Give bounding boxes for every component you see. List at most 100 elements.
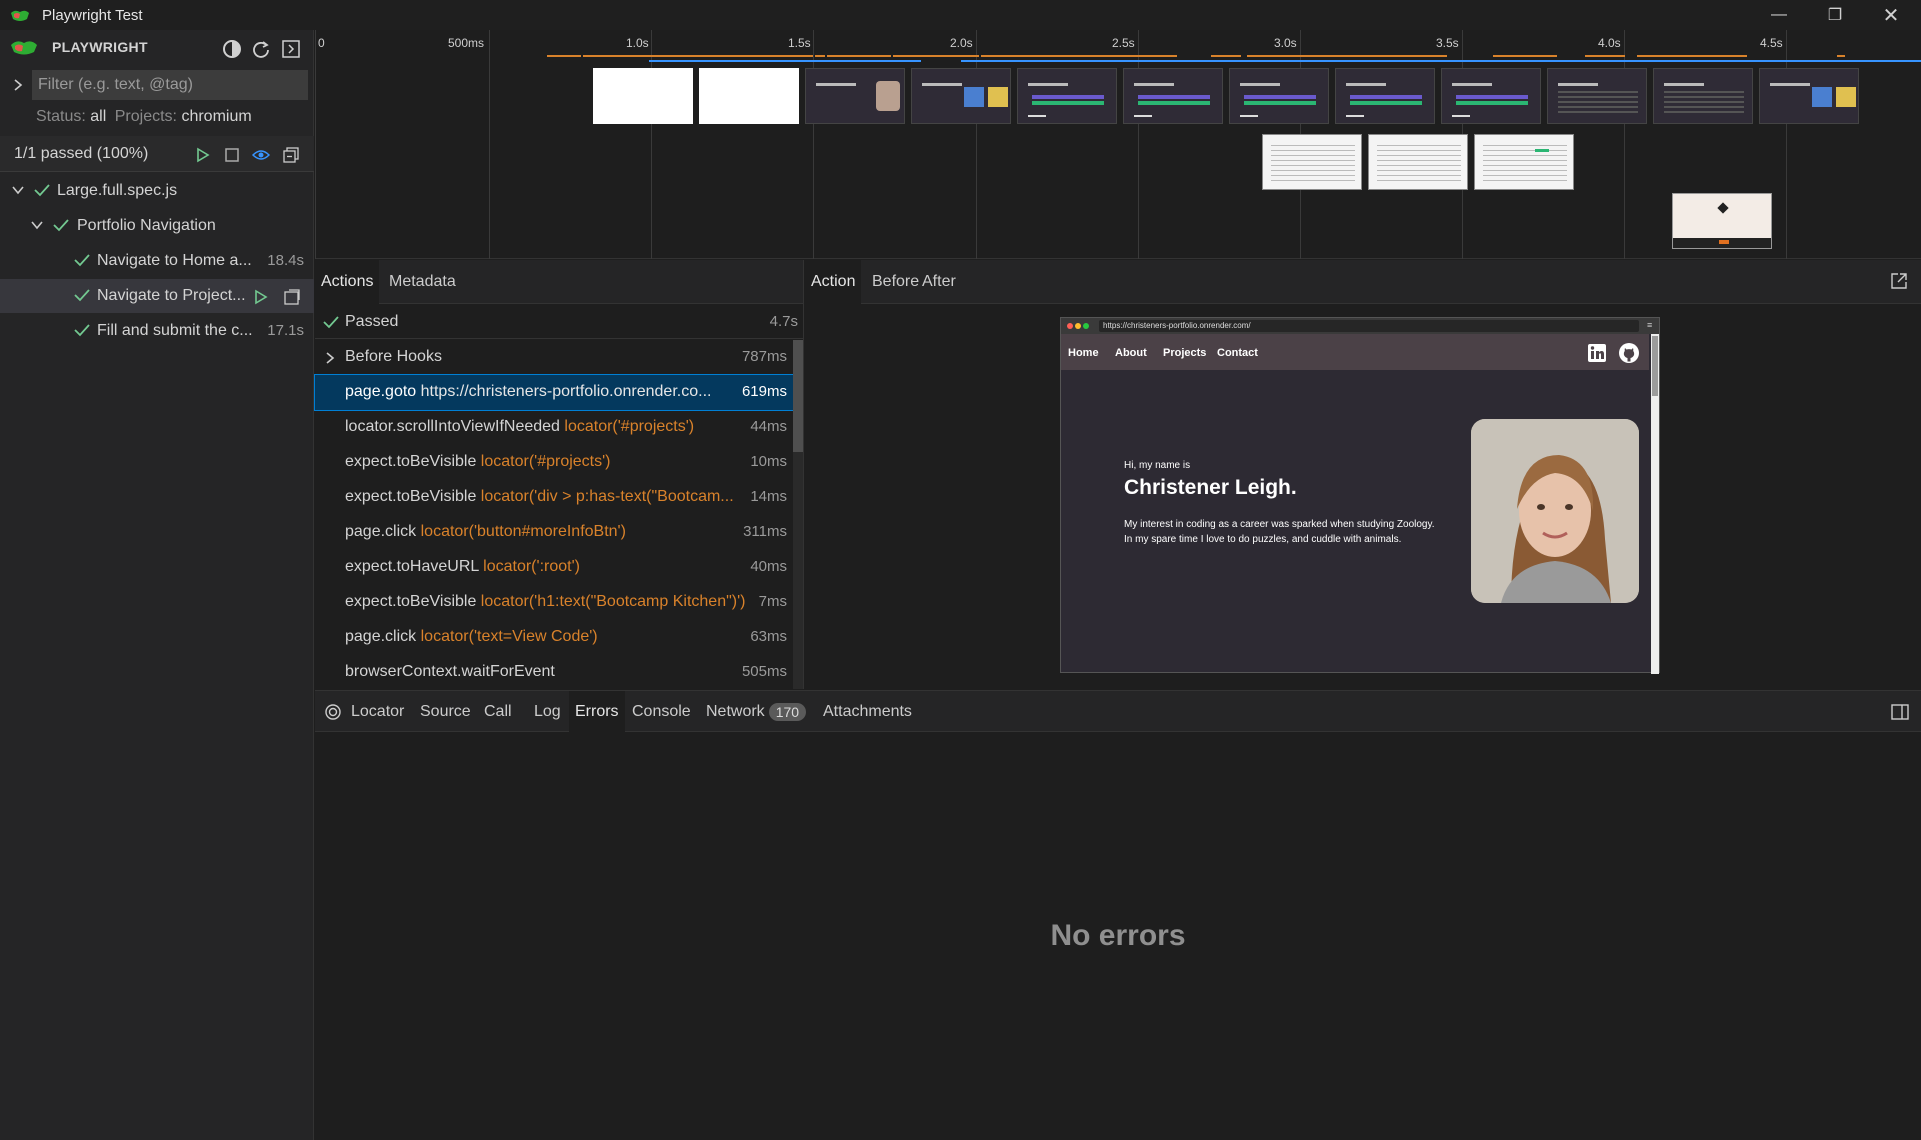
tick-line [489,30,490,259]
tick-label: 2.0s [950,36,973,50]
tab-after[interactable]: After [916,260,962,304]
screenshot-thumbnail[interactable] [699,68,799,124]
action-bar [1247,55,1447,57]
tab-log[interactable]: Log [528,691,567,733]
action-row[interactable]: expect.toHaveURL locator(':root') 40ms [315,550,793,585]
action-duration: 505ms [737,663,787,680]
screenshot-thumbnail[interactable] [1474,134,1574,190]
screenshot-thumbnail[interactable] [1547,68,1647,124]
stop-icon[interactable] [224,147,240,163]
tab-errors[interactable]: Errors [569,691,625,733]
pass-check-icon [74,324,90,337]
window-title: Playwright Test [42,6,143,24]
snapshot-browser-frame[interactable]: https://christeners-portfolio.onrender.c… [1060,317,1660,674]
screenshot-thumbnail[interactable] [1335,68,1435,124]
errors-panel: No errors [315,733,1921,1140]
pass-check-icon [53,219,69,232]
screenshot-thumbnail[interactable] [1759,68,1859,124]
tree-suite-item[interactable]: Portfolio Navigation [0,209,314,243]
screenshot-thumbnail[interactable] [805,68,905,124]
test-label: Navigate to Home a... [97,252,252,269]
screenshot-thumbnail[interactable] [1653,68,1753,124]
tick-label: 500ms [448,36,485,50]
tree-test-item-selected[interactable]: Navigate to Project... [0,279,314,313]
actions-scrollbar-thumb[interactable] [793,340,803,452]
linkedin-icon [1588,344,1606,362]
action-duration: 787ms [741,348,787,365]
tab-locator[interactable]: Locator [345,691,410,733]
tree-test-item[interactable]: Navigate to Home a... 18.4s [0,244,314,278]
tab-call[interactable]: Call [478,691,518,733]
reload-icon[interactable] [251,39,271,59]
action-row[interactable]: expect.toBeVisible locator('#projects') … [315,445,793,480]
screenshot-thumbnail[interactable] [1123,68,1223,124]
tick-label: 3.0s [1274,36,1297,50]
tick-line [1138,30,1139,259]
chevron-right-icon[interactable] [12,78,24,92]
action-name: page.click [345,523,417,540]
action-bar [893,55,979,57]
pass-check-icon [74,254,90,267]
watch-eye-icon[interactable] [252,147,270,163]
brand-name: PLAYWRIGHT [52,39,148,55]
action-row[interactable]: page.click locator('button#moreInfoBtn')… [315,515,793,550]
snapshot-panel: Action Before After https://christeners-… [805,260,1921,689]
toggle-output-icon[interactable] [281,39,301,59]
screenshot-thumbnail[interactable] [1672,193,1772,249]
open-in-new-window-icon[interactable] [1890,272,1908,290]
tab-network[interactable]: Network 170 [700,691,812,733]
network-count-badge: 170 [768,703,807,721]
playwright-logo-icon [11,41,37,55]
collapse-all-icon[interactable] [283,147,299,163]
timeline[interactable]: 0 500ms 1.0s 1.5s 2.0s 2.5s 3.0s 3.5s 4.… [315,30,1921,259]
github-icon [1619,343,1639,363]
chevron-down-icon [31,221,43,230]
screenshot-thumbnail[interactable] [593,68,693,124]
filter-input[interactable] [32,70,308,100]
close-window-button[interactable]: ✕ [1863,0,1919,30]
tab-attachments[interactable]: Attachments [817,691,918,733]
tick-line [1624,30,1625,259]
run-test-icon[interactable] [254,289,268,305]
tab-actions[interactable]: Actions [315,260,380,304]
tree-file-label: Large.full.spec.js [57,182,178,199]
screenshot-thumbnail[interactable] [1262,134,1362,190]
action-row[interactable]: page.goto https://christeners-portfolio.… [314,374,794,411]
tab-network-label: Network [706,703,765,720]
tab-console[interactable]: Console [626,691,697,733]
action-duration: 619ms [737,383,787,400]
pass-check-icon [34,184,50,197]
status-filter-summary[interactable]: Status: all Projects: chromium [36,108,252,126]
status-value: all [90,108,107,125]
pass-check-icon [323,316,339,329]
action-row[interactable]: locator.scrollIntoViewIfNeeded locator('… [315,410,793,445]
test-duration: 17.1s [267,322,304,339]
screenshot-thumbnail[interactable] [1229,68,1329,124]
minimize-button[interactable]: — [1751,0,1807,30]
pick-locator-icon[interactable] [324,703,342,721]
action-row[interactable]: expect.toBeVisible locator('h1:text("Boo… [315,585,793,620]
run-status-row: Passed 4.7s [315,305,804,339]
tick-line [315,30,316,259]
tab-source[interactable]: Source [414,691,477,733]
open-source-icon[interactable] [283,288,301,306]
toggle-sidebar-icon[interactable] [1891,703,1909,721]
tab-action[interactable]: Action [805,260,862,304]
action-duration: 44ms [746,418,787,435]
screenshot-thumbnail[interactable] [1368,134,1468,190]
action-row-before-hooks[interactable]: Before Hooks 787ms [315,340,793,375]
action-row[interactable]: page.click locator('text=View Code') 63m… [315,620,793,655]
screenshot-thumbnail[interactable] [1441,68,1541,124]
screenshot-thumbnail[interactable] [911,68,1011,124]
screenshot-thumbnail[interactable] [1017,68,1117,124]
run-all-icon[interactable] [195,147,211,163]
tree-test-item[interactable]: Fill and submit the c... 17.1s [0,314,314,348]
action-row[interactable]: browserContext.waitForEvent 505ms [315,655,793,690]
restore-button[interactable]: ❐ [1807,0,1863,30]
action-name: page.goto [345,383,417,400]
tab-metadata[interactable]: Metadata [383,260,462,304]
theme-toggle-icon[interactable] [222,39,242,59]
minimize-dot [1075,323,1081,329]
action-row[interactable]: expect.toBeVisible locator('div > p:has-… [315,480,793,515]
tree-file-item[interactable]: Large.full.spec.js [0,174,314,208]
